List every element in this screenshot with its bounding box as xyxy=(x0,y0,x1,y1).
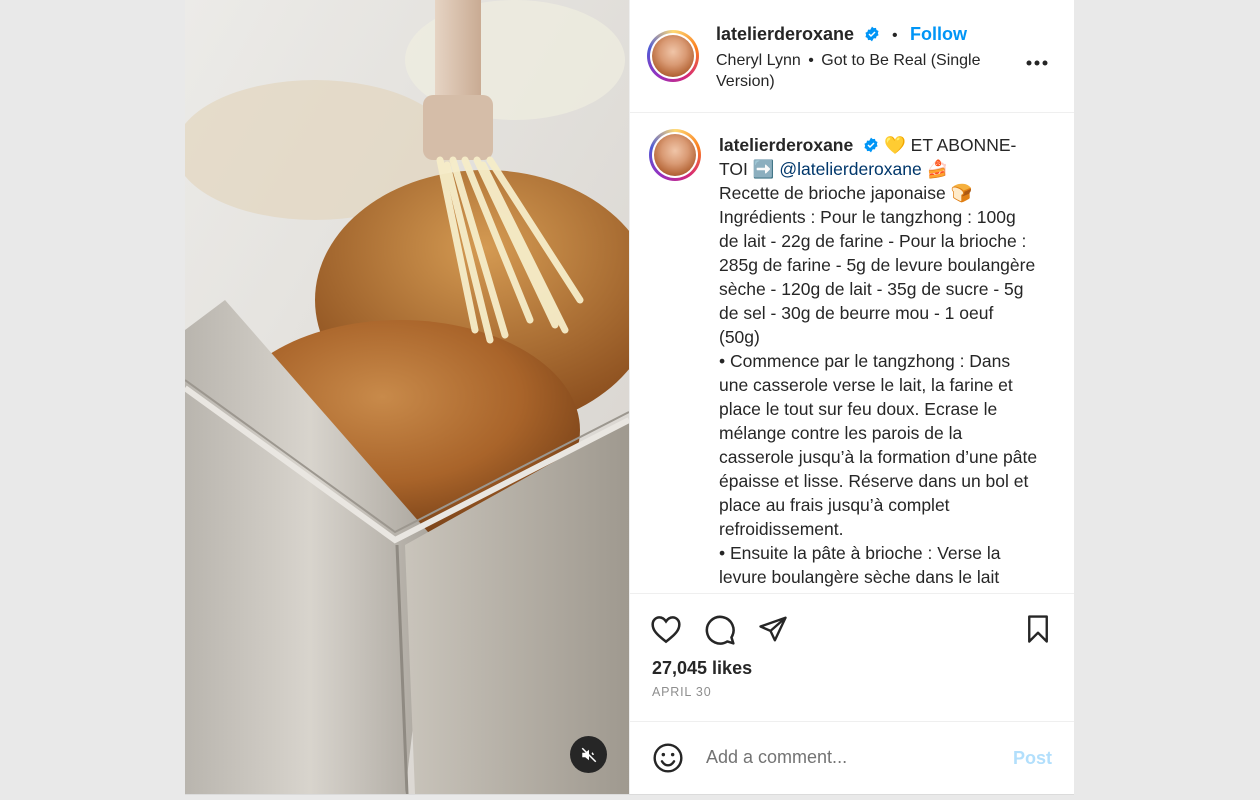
bookmark-icon xyxy=(1028,615,1048,643)
caption-line: • Ensuite la pâte à brioche : Verse la l… xyxy=(719,543,1001,587)
music-artist: Cheryl Lynn xyxy=(716,52,801,69)
heart-emoji: 💛 xyxy=(883,135,906,155)
caption-verified-badge-icon xyxy=(864,137,878,153)
more-horizontal-icon xyxy=(1026,60,1048,66)
bread-photo xyxy=(185,0,629,794)
send-icon xyxy=(759,616,787,642)
caption-username[interactable]: latelierderoxane xyxy=(719,135,853,155)
muted-speaker-icon xyxy=(581,747,596,762)
comment-button[interactable] xyxy=(704,614,736,651)
caption-line: Recette de brioche japonaise 🍞 xyxy=(719,183,973,203)
more-options-button[interactable] xyxy=(1026,46,1048,72)
header-separator: • xyxy=(891,27,898,44)
emoji-button[interactable] xyxy=(652,742,684,779)
post-header: latelierderoxane • Follow Cheryl Lynn • … xyxy=(630,0,1074,113)
caption-line: • Commence par le tangzhong : Dans une c… xyxy=(719,351,1038,539)
mute-button[interactable] xyxy=(570,736,607,773)
like-button[interactable] xyxy=(650,614,682,649)
share-button[interactable] xyxy=(758,614,788,649)
comment-icon xyxy=(705,615,735,645)
cake-emoji: 🍰 xyxy=(926,159,949,179)
caption-text: latelierderoxane 💛 ET ABONNE-TOI ➡️ @lat… xyxy=(719,133,1039,589)
author-username[interactable]: latelierderoxane xyxy=(716,24,854,44)
author-line: latelierderoxane • Follow xyxy=(716,24,967,45)
follow-button[interactable]: Follow xyxy=(910,24,967,44)
music-separator: • xyxy=(808,52,814,69)
comment-bar: Post xyxy=(630,722,1074,794)
caption-line: Ingrédients : Pour le tangzhong : 100g d… xyxy=(719,207,1036,347)
verified-badge-icon xyxy=(864,26,879,42)
smiley-icon xyxy=(653,743,683,773)
action-bar: 27,045 likes APRIL 30 xyxy=(630,594,1074,722)
author-avatar[interactable] xyxy=(647,30,699,82)
post-video[interactable] xyxy=(185,0,629,794)
post-comment-button[interactable]: Post xyxy=(1013,748,1052,769)
heart-icon xyxy=(651,616,681,644)
caption-mention-link[interactable]: @latelierderoxane xyxy=(779,159,921,179)
music-attribution[interactable]: Cheryl Lynn • Got to Be Real (Single Ver… xyxy=(716,50,1006,92)
post-side-panel: latelierderoxane • Follow Cheryl Lynn • … xyxy=(629,0,1074,794)
post-dialog: latelierderoxane • Follow Cheryl Lynn • … xyxy=(185,0,1074,795)
caption-section: latelierderoxane 💛 ET ABONNE-TOI ➡️ @lat… xyxy=(630,113,1074,594)
comment-input[interactable] xyxy=(704,746,1008,769)
arrow-emoji: ➡️ xyxy=(752,159,775,179)
save-button[interactable] xyxy=(1024,614,1052,649)
like-count[interactable]: 27,045 likes xyxy=(652,658,752,679)
caption-author-avatar[interactable] xyxy=(649,129,701,181)
post-date[interactable]: APRIL 30 xyxy=(652,685,711,699)
